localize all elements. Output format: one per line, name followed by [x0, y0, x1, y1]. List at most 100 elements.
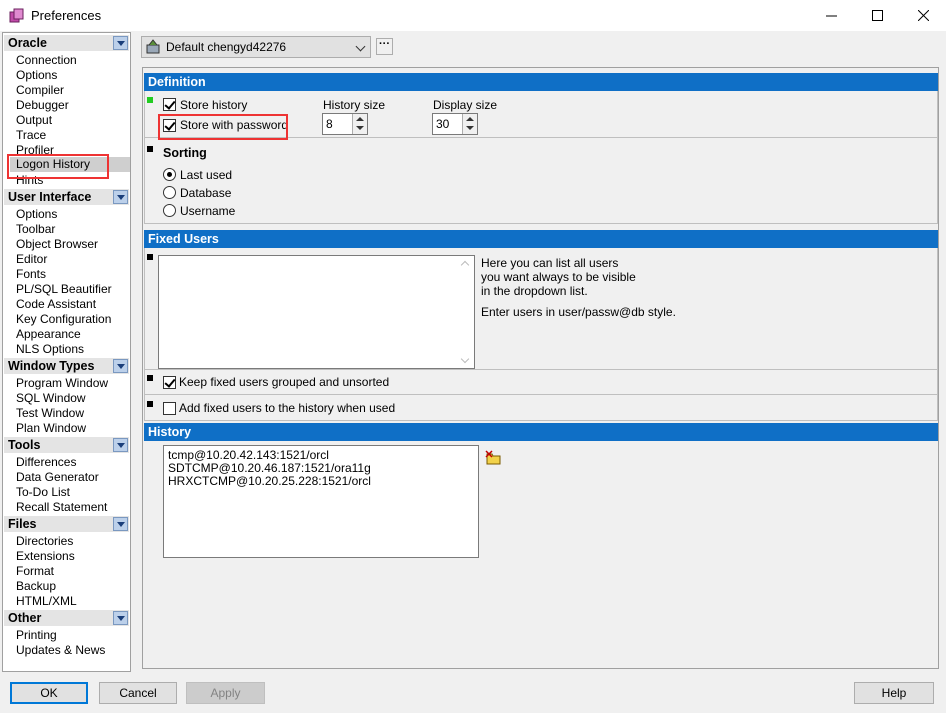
profile-name: Default chengyd42276 [166, 40, 287, 54]
nav-item-recall-statement[interactable]: Recall Statement [16, 500, 130, 515]
nav-item-nls-options[interactable]: NLS Options [16, 342, 130, 357]
nav-item-html-xml[interactable]: HTML/XML [16, 594, 130, 609]
nav-item-trace[interactable]: Trace [16, 128, 130, 143]
apply-button[interactable]: Apply [186, 682, 265, 704]
store-password-checkbox[interactable] [163, 119, 176, 132]
arrow-up-icon[interactable] [466, 117, 474, 121]
nav-item-object-browser[interactable]: Object Browser [16, 237, 130, 252]
nav-item-format[interactable]: Format [16, 564, 130, 579]
add-to-history-checkbox[interactable] [163, 402, 176, 415]
sort-username-label: Username [180, 204, 236, 218]
sort-database-radio[interactable] [163, 186, 176, 199]
history-size-spinner[interactable]: 8 [322, 113, 368, 135]
fixed-users-help-3: in the dropdown list. [481, 284, 588, 298]
section-title: Files [8, 517, 37, 531]
sort-database-label: Database [180, 186, 232, 200]
sorting-title: Sorting [163, 146, 207, 160]
clear-history-icon[interactable] [485, 450, 502, 465]
nav-item-differences[interactable]: Differences [16, 455, 130, 470]
nav-item-backup[interactable]: Backup [16, 579, 130, 594]
ok-button[interactable]: OK [10, 682, 88, 704]
status-marker [147, 401, 153, 407]
history-list[interactable]: tcmp@10.20.42.143:1521/orcl SDTCMP@10.20… [163, 445, 479, 558]
history-header: History [144, 423, 938, 441]
display-size-spinner[interactable]: 30 [432, 113, 478, 135]
display-size-value: 30 [436, 117, 450, 131]
status-marker [147, 254, 153, 260]
nav-section-other[interactable]: Other [4, 610, 129, 627]
nav-item-editor[interactable]: Editor [16, 252, 130, 267]
spinner-buttons[interactable] [352, 114, 367, 134]
nav-section-user-interface[interactable]: User Interface [4, 189, 129, 206]
chevron-down-icon[interactable] [113, 438, 128, 452]
close-button[interactable] [900, 0, 946, 31]
nav-item-options[interactable]: Options [16, 68, 130, 83]
nav-item-plan-window[interactable]: Plan Window [16, 421, 130, 436]
add-to-history-label: Add fixed users to the history when used [179, 401, 396, 415]
history-entry[interactable]: tcmp@10.20.42.143:1521/orcl [168, 448, 329, 462]
fixed-users-header: Fixed Users [144, 230, 938, 248]
nav-item-printing[interactable]: Printing [16, 628, 130, 643]
sort-username-radio[interactable] [163, 204, 176, 217]
app-icon [9, 8, 24, 23]
nav-item-debugger[interactable]: Debugger [16, 98, 130, 113]
fixed-users-textarea[interactable] [158, 255, 475, 369]
arrow-down-icon[interactable] [466, 126, 474, 130]
nav-item-code-assistant[interactable]: Code Assistant [16, 297, 130, 312]
store-history-checkbox[interactable] [163, 98, 176, 111]
nav-section-oracle[interactable]: Oracle [4, 35, 129, 52]
nav-section-files[interactable]: Files [4, 516, 129, 533]
nav-item-compiler[interactable]: Compiler [16, 83, 130, 98]
history-entry[interactable]: HRXCTCMP@10.20.25.228:1521/orcl [168, 474, 371, 488]
maximize-button[interactable] [854, 0, 900, 31]
nav-item-fonts[interactable]: Fonts [16, 267, 130, 282]
nav-item-key-configuration[interactable]: Key Configuration [16, 312, 130, 327]
nav-section-tools[interactable]: Tools [4, 437, 129, 454]
scrollbar[interactable] [458, 256, 474, 368]
spinner-buttons[interactable] [462, 114, 477, 134]
keep-grouped-checkbox[interactable] [163, 376, 176, 389]
chevron-down-icon[interactable] [113, 517, 128, 531]
profile-more-button[interactable]: ··· [376, 38, 393, 55]
nav-item-profiler[interactable]: Profiler [16, 143, 130, 158]
nav-item-logon-history[interactable]: Logon History [10, 157, 130, 172]
arrow-up-icon[interactable] [460, 260, 470, 270]
nav-item-extensions[interactable]: Extensions [16, 549, 130, 564]
cancel-button[interactable]: Cancel [99, 682, 177, 704]
sort-last-used-radio[interactable] [163, 168, 176, 181]
nav-item-directories[interactable]: Directories [16, 534, 130, 549]
chevron-down-icon[interactable] [113, 611, 128, 625]
nav-item-hints[interactable]: Hints [16, 173, 130, 188]
nav-item-appearance[interactable]: Appearance [16, 327, 130, 342]
nav-item-data-generator[interactable]: Data Generator [16, 470, 130, 485]
nav-item-todo-list[interactable]: To-Do List [16, 485, 130, 500]
nav-item-output[interactable]: Output [16, 113, 130, 128]
history-entry[interactable]: SDTCMP@10.20.46.187:1521/ora11g [168, 461, 371, 475]
preferences-nav: Oracle Connection Options Compiler Debug… [2, 32, 131, 672]
nav-item-plsql-beautifier[interactable]: PL/SQL Beautifier [16, 282, 130, 297]
profile-dropdown[interactable]: Default chengyd42276 [141, 36, 371, 58]
chevron-down-icon[interactable] [113, 190, 128, 204]
nav-item-test-window[interactable]: Test Window [16, 406, 130, 421]
nav-item-toolbar[interactable]: Toolbar [16, 222, 130, 237]
arrow-down-icon[interactable] [460, 354, 470, 364]
arrow-down-icon[interactable] [356, 126, 364, 130]
nav-item-ui-options[interactable]: Options [16, 207, 130, 222]
nav-item-connection[interactable]: Connection [16, 53, 130, 68]
nav-item-sql-window[interactable]: SQL Window [16, 391, 130, 406]
chevron-down-icon[interactable] [113, 359, 128, 373]
store-history-label: Store history [180, 98, 248, 112]
arrow-up-icon[interactable] [356, 117, 364, 121]
sorting-group [144, 138, 938, 224]
nav-item-program-window[interactable]: Program Window [16, 376, 130, 391]
nav-item-updates-news[interactable]: Updates & News [16, 643, 130, 658]
help-button[interactable]: Help [854, 682, 934, 704]
minimize-button[interactable] [808, 0, 854, 31]
history-size-value: 8 [326, 117, 333, 131]
nav-section-window-types[interactable]: Window Types [4, 358, 129, 375]
close-icon [917, 10, 929, 21]
fixed-users-note: Enter users in user/passw@db style. [481, 305, 676, 319]
chevron-down-icon[interactable] [113, 36, 128, 50]
section-title: Oracle [8, 36, 47, 50]
status-marker [147, 375, 153, 381]
